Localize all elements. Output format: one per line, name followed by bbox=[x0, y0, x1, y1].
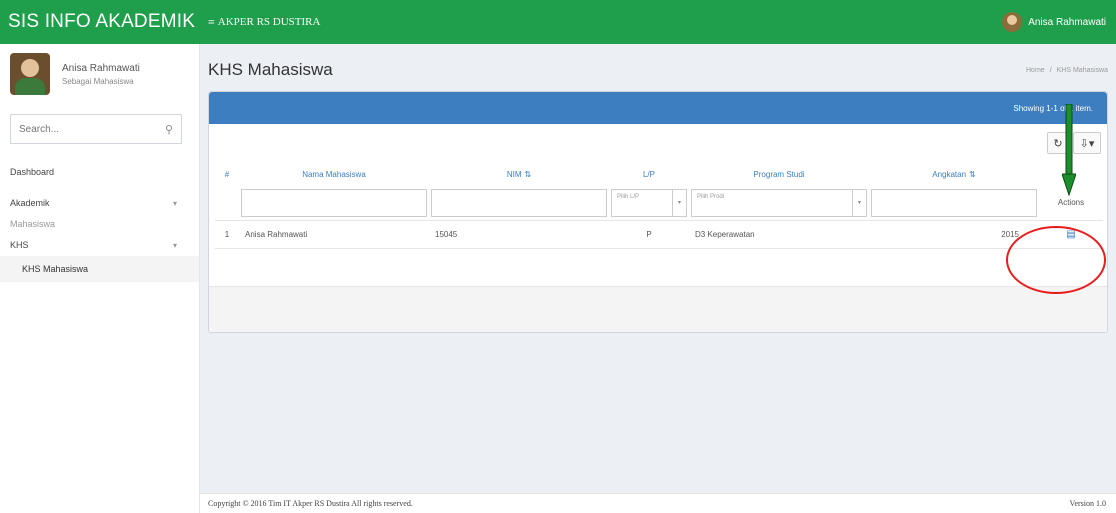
col-nama[interactable]: Nama Mahasiswa bbox=[239, 162, 429, 186]
user-panel: Anisa Rahmawati Sebagai Mahasiswa bbox=[0, 44, 199, 104]
cell-prodi: D3 Keperawatan bbox=[689, 219, 869, 249]
breadcrumb-home[interactable]: Home bbox=[1026, 67, 1045, 74]
filter-angkatan-input[interactable] bbox=[871, 188, 1037, 217]
table-header-row: # Nama Mahasiswa NIM ⇅ L/P Program Studi … bbox=[215, 162, 1103, 186]
khs-grid-box: Showing 1-1 of 1 item. ↻ ⇩▾ # Nama Mahas… bbox=[208, 91, 1108, 333]
box-header: Showing 1-1 of 1 item. bbox=[209, 92, 1107, 124]
cell-nama: Anisa Rahmawati bbox=[239, 219, 429, 249]
export-button[interactable]: ⇩▾ bbox=[1073, 132, 1101, 154]
sidebar-item-mahasiswa[interactable]: Mahasiswa bbox=[0, 214, 199, 234]
sort-icon: ⇅ bbox=[524, 169, 532, 179]
sidebar-toggle[interactable]: ≡ AKPER RS DUSTIRA bbox=[208, 15, 320, 30]
copyright-text: Copyright © 2016 Tim IT Akper RS Dustira… bbox=[208, 499, 413, 508]
page-footer: Copyright © 2016 Tim IT Akper RS Dustira… bbox=[200, 493, 1116, 513]
sort-icon: ⇅ bbox=[969, 169, 976, 179]
sidebar-item-akademik[interactable]: Akademik ▾ bbox=[0, 192, 199, 214]
cell-lp: P bbox=[609, 219, 689, 249]
user-avatar bbox=[10, 53, 50, 95]
app-brand[interactable]: SIS INFO AKADEMIK bbox=[0, 0, 200, 44]
breadcrumb-current: KHS Mahasiswa bbox=[1056, 66, 1108, 74]
user-menu[interactable]: Anisa Rahmawati bbox=[1002, 0, 1106, 44]
search-input[interactable] bbox=[19, 123, 149, 135]
sidebar-menu: Dashboard Akademik ▾ Mahasiswa KHS ▾ KHS M… bbox=[0, 158, 199, 282]
user-name: Anisa Rahmawati bbox=[62, 62, 140, 74]
sidebar-item-khs[interactable]: KHS ▾ bbox=[0, 234, 199, 256]
col-angkatan[interactable]: Angkatan ⇅ bbox=[869, 162, 1039, 186]
filter-prodi-select[interactable]: Pilih Prodi ▾ bbox=[691, 188, 867, 217]
filter-nama-input[interactable] bbox=[241, 188, 427, 217]
chevron-down-icon: ▾ bbox=[852, 189, 866, 216]
top-user-name: Anisa Rahmawati bbox=[1028, 16, 1106, 28]
menu-icon: ≡ bbox=[208, 14, 215, 29]
page-title: KHS Mahasiswa bbox=[208, 60, 333, 79]
col-nim[interactable]: NIM ⇅ bbox=[429, 162, 609, 186]
user-role: Sebagai Mahasiswa bbox=[62, 76, 134, 86]
cell-number: 1 bbox=[215, 219, 239, 249]
content-header: KHS Mahasiswa Home / KHS Mahasiswa bbox=[208, 58, 1108, 82]
chevron-down-icon: ▾ bbox=[172, 198, 177, 208]
col-lp[interactable]: L/P bbox=[609, 162, 689, 186]
annotation-arrow-icon bbox=[1062, 104, 1076, 196]
chevron-down-icon: ▾ bbox=[672, 189, 686, 216]
cell-nim: 15045 bbox=[429, 219, 609, 249]
export-icon: ⇩▾ bbox=[1079, 137, 1095, 150]
sidebar: Anisa Rahmawati Sebagai Mahasiswa ⚲ Dash… bbox=[0, 44, 200, 513]
grid-toolbar: ↻ ⇩▾ bbox=[209, 124, 1107, 162]
breadcrumb: Home / KHS Mahasiswa bbox=[1026, 67, 1108, 74]
filter-nim-input[interactable] bbox=[431, 188, 607, 217]
filter-lp-select[interactable]: Pilih L/P ▾ bbox=[611, 188, 687, 217]
sidebar-item-khs-mahasiswa[interactable]: KHS Mahasiswa bbox=[0, 256, 199, 282]
summary-text: Showing 1-1 of 1 item. bbox=[1013, 103, 1093, 113]
sidebar-search: ⚲ bbox=[10, 114, 182, 144]
box-footer bbox=[209, 286, 1107, 332]
annotation-circle bbox=[1006, 226, 1106, 294]
table-row: 1 Anisa Rahmawati 15045 P D3 Keperawatan… bbox=[215, 219, 1103, 249]
avatar bbox=[1002, 12, 1023, 32]
chevron-down-icon: ▾ bbox=[172, 240, 177, 250]
version-text: Version 1.0 bbox=[1069, 499, 1106, 508]
filter-row: Pilih L/P ▾ Pilih Prodi ▾ Actions bbox=[215, 186, 1103, 220]
sidebar-item-dashboard[interactable]: Dashboard bbox=[0, 158, 199, 186]
breadcrumb-separator: / bbox=[1049, 66, 1052, 74]
col-number: # bbox=[224, 169, 230, 179]
top-navbar: SIS INFO AKADEMIK ≡ AKPER RS DUSTIRA Ani… bbox=[0, 0, 1116, 44]
khs-table: # Nama Mahasiswa NIM ⇅ L/P Program Studi … bbox=[215, 162, 1103, 249]
institution-label: AKPER RS DUSTIRA bbox=[217, 16, 321, 28]
search-icon[interactable]: ⚲ bbox=[165, 123, 173, 136]
col-prodi[interactable]: Program Studi bbox=[689, 162, 869, 186]
